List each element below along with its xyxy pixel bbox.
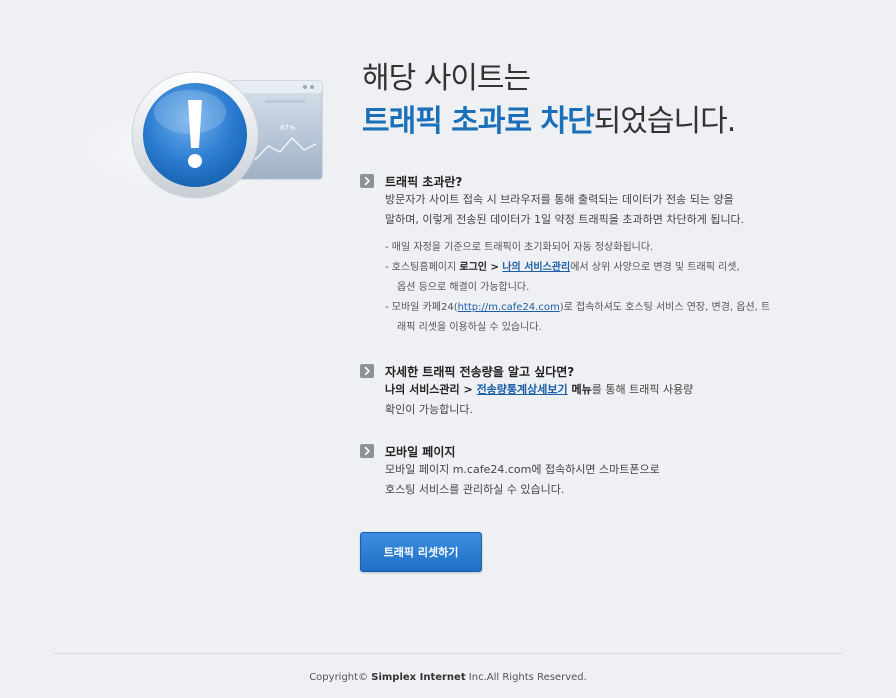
- arrow-right-icon: [360, 174, 374, 188]
- notes-list: - 매일 자정을 기준으로 트래픽이 초기화되어 자동 정상화됩니다. - 호스…: [385, 238, 830, 338]
- hero-illustration: 67%: [40, 60, 340, 210]
- section-text: 나의 서비스관리 > 전송량통계상세보기 메뉴를 통해 트래픽 사용량: [385, 383, 694, 396]
- page-title: 해당 사이트는 트래픽 초과로 차단되었습니다.: [362, 58, 737, 144]
- mobile-cafe24-link[interactable]: http://m.cafe24.com: [458, 302, 560, 313]
- section-text: 호스팅 서비스를 관리하실 수 있습니다.: [385, 483, 565, 496]
- section-text: 모바일 페이지 m.cafe24.com에 접속하시면 스마트폰으로: [385, 463, 660, 476]
- section-mobile-page: 모바일 페이지 모바일 페이지 m.cafe24.com에 접속하시면 스마트폰…: [360, 442, 830, 500]
- footer-divider: [54, 653, 842, 654]
- title-rest: 되었습니다.: [593, 104, 737, 139]
- section-text: 방문자가 사이트 접속 시 브라우저를 통해 출력되는 데이터가 전송 되는 양…: [385, 193, 734, 206]
- note-item: - 모바일 카페24(http://m.cafe24.com)로 접속하셔도 호…: [385, 302, 771, 333]
- title-line-2: 트래픽 초과로 차단되었습니다.: [362, 100, 737, 144]
- warning-icon: [131, 71, 259, 199]
- my-service-link[interactable]: 나의 서비스관리: [502, 262, 570, 273]
- footer-copyright: Copyright© Simplex Internet Inc.All Righ…: [309, 672, 587, 683]
- title-line-1: 해당 사이트는: [362, 61, 531, 96]
- section-traffic-exceeded: 트래픽 초과란? 방문자가 사이트 접속 시 브라우저를 통해 출력되는 데이터…: [360, 172, 830, 338]
- chart-percent-label: 67%: [280, 124, 296, 132]
- note-item: - 매일 자정을 기준으로 트래픽이 초기화되어 자동 정상화됩니다.: [385, 242, 654, 253]
- arrow-right-icon: [360, 444, 374, 458]
- note-item: - 호스팅홈페이지 로그인 > 나의 서비스관리에서 상위 사양으로 변경 및 …: [385, 262, 740, 293]
- section-title: 트래픽 초과란?: [385, 174, 463, 189]
- login-label: 로그인: [459, 262, 487, 273]
- traffic-stats-link[interactable]: 전송량통계상세보기: [477, 383, 568, 396]
- section-title: 자세한 트래픽 전송량을 알고 싶다면?: [385, 364, 575, 379]
- section-text: 확인이 가능합니다.: [385, 403, 473, 416]
- arrow-right-icon: [360, 364, 374, 378]
- traffic-reset-button[interactable]: 트래픽 리셋하기: [360, 532, 482, 572]
- company-name: Simplex Internet: [371, 672, 466, 683]
- section-title: 모바일 페이지: [385, 444, 456, 459]
- section-traffic-detail: 자세한 트래픽 전송량을 알고 싶다면? 나의 서비스관리 > 전송량통계상세보…: [360, 362, 830, 420]
- section-text: 말하며, 이렇게 전송된 데이터가 1일 약정 트래픽을 초과하면 차단하게 됩…: [385, 213, 745, 226]
- title-highlight: 트래픽 초과로 차단: [362, 104, 595, 139]
